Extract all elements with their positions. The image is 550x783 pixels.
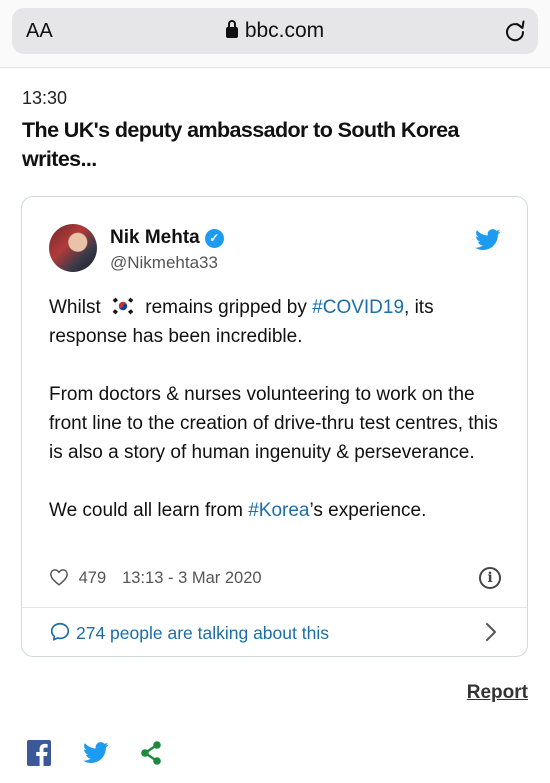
tweet-text: Whilst remains gripped by #COVID19, its … xyxy=(49,293,511,525)
twitter-share-icon[interactable] xyxy=(83,742,109,769)
hashtag-link[interactable]: #Korea xyxy=(248,500,309,521)
facebook-icon[interactable] xyxy=(27,740,51,771)
verified-badge-icon: ✓ xyxy=(204,229,224,248)
embedded-tweet[interactable]: Nik Mehta ✓ @Nikmehta33 Whilst remains gr… xyxy=(21,196,528,657)
post-headline: The UK's deputy ambassador to South Kore… xyxy=(22,118,459,171)
url-display[interactable]: bbc.com xyxy=(12,19,538,43)
tweet-paragraph: From doctors & nurses volunteering to wo… xyxy=(49,384,498,463)
tweet-paragraph: Whilst remains gripped by #COVID19, its … xyxy=(49,295,434,347)
chevron-right-icon[interactable] xyxy=(485,622,497,647)
tweet-paragraph: We could all learn from #Korea’s experie… xyxy=(49,500,427,521)
hashtag-link[interactable]: #COVID19 xyxy=(312,297,404,318)
divider xyxy=(22,607,527,608)
browser-toolbar: AA bbc.com xyxy=(0,0,550,68)
avatar[interactable] xyxy=(49,224,97,272)
conversation-link[interactable]: 274 people are talking about this xyxy=(49,621,329,644)
share-icon[interactable] xyxy=(139,740,163,771)
info-icon[interactable]: i xyxy=(479,567,501,589)
domain-text: bbc.com xyxy=(244,19,325,42)
reload-icon[interactable] xyxy=(504,19,526,48)
report-link[interactable]: Report xyxy=(467,682,528,704)
address-bar[interactable]: AA bbc.com xyxy=(12,8,538,54)
speech-bubble-icon xyxy=(50,622,70,641)
like-count[interactable]: 479 xyxy=(79,569,107,587)
tweet-timestamp[interactable]: 13:13 - 3 Mar 2020 xyxy=(122,569,261,587)
twitter-bird-icon[interactable] xyxy=(475,229,501,256)
post-time: 13:30 xyxy=(22,88,68,108)
tweet-meta: 479 13:13 - 3 Mar 2020 xyxy=(49,568,262,591)
author-handle[interactable]: @Nikmehta33 xyxy=(110,253,218,273)
heart-icon[interactable] xyxy=(49,569,74,590)
lock-icon xyxy=(225,20,238,38)
south-korea-flag-icon xyxy=(110,295,136,315)
author-name[interactable]: Nik Mehta ✓ xyxy=(110,227,224,249)
